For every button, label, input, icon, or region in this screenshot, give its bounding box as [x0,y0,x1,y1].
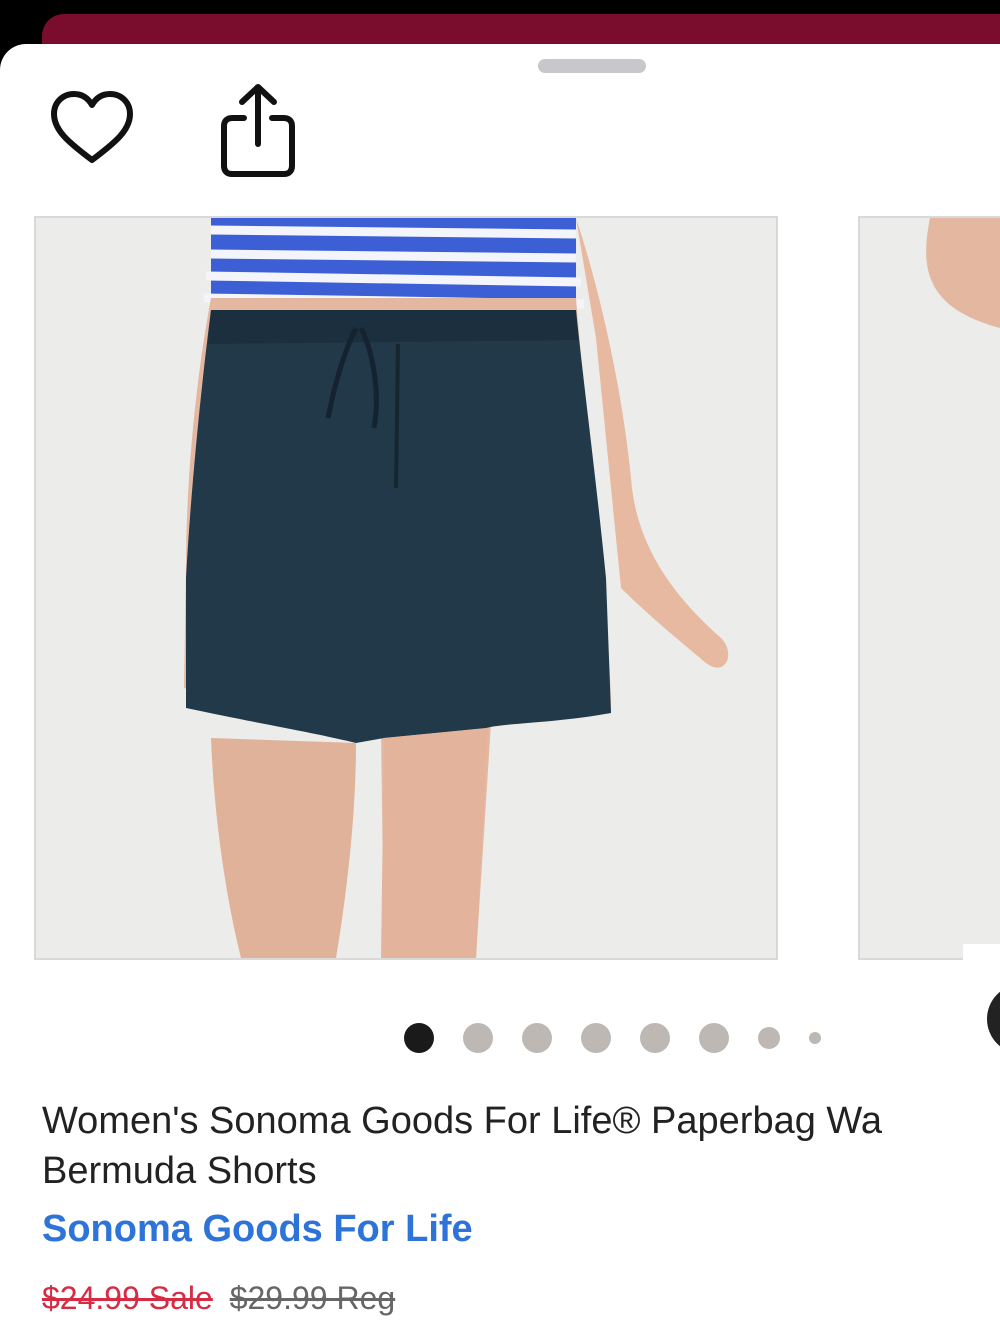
price-row: $24.99 Sale $29.99 Reg [42,1280,395,1317]
product-image-carousel[interactable] [0,216,1000,1092]
chevron-right-icon [987,984,1000,1054]
pagination-dot[interactable] [522,1023,552,1053]
pagination-dot[interactable] [758,1027,780,1049]
product-photo [36,218,776,958]
product-title-line-1: Women's Sonoma Goods For Life® Paperbag … [42,1100,882,1142]
pagination-dot[interactable] [640,1023,670,1053]
product-image-next[interactable] [858,216,1000,960]
pagination-dot[interactable] [699,1023,729,1053]
product-sheet: Women's Sonoma Goods For Life® Paperbag … [0,44,1000,1333]
pagination-dot[interactable] [581,1023,611,1053]
brand-link[interactable]: Sonoma Goods For Life [42,1208,473,1251]
share-icon [221,84,295,177]
pagination-dot[interactable] [404,1023,434,1053]
share-button[interactable] [216,82,300,178]
heart-outline-icon [51,91,133,163]
pagination-dot[interactable] [463,1023,493,1053]
pagination-dot[interactable] [809,1032,821,1044]
carousel-pagination [404,1022,850,1054]
regular-price: $29.99 Reg [229,1280,396,1316]
product-image[interactable] [34,216,778,960]
product-title-line-2: Bermuda Shorts [42,1150,317,1192]
product-title: Women's Sonoma Goods For Life® Paperbag … [42,1096,1000,1196]
sale-price: $24.99 Sale [42,1280,213,1316]
sheet-grabber-handle[interactable] [538,59,646,73]
favorite-button[interactable] [48,88,136,168]
carousel-next-button[interactable] [963,944,1000,1092]
product-photo-next [860,218,1000,958]
